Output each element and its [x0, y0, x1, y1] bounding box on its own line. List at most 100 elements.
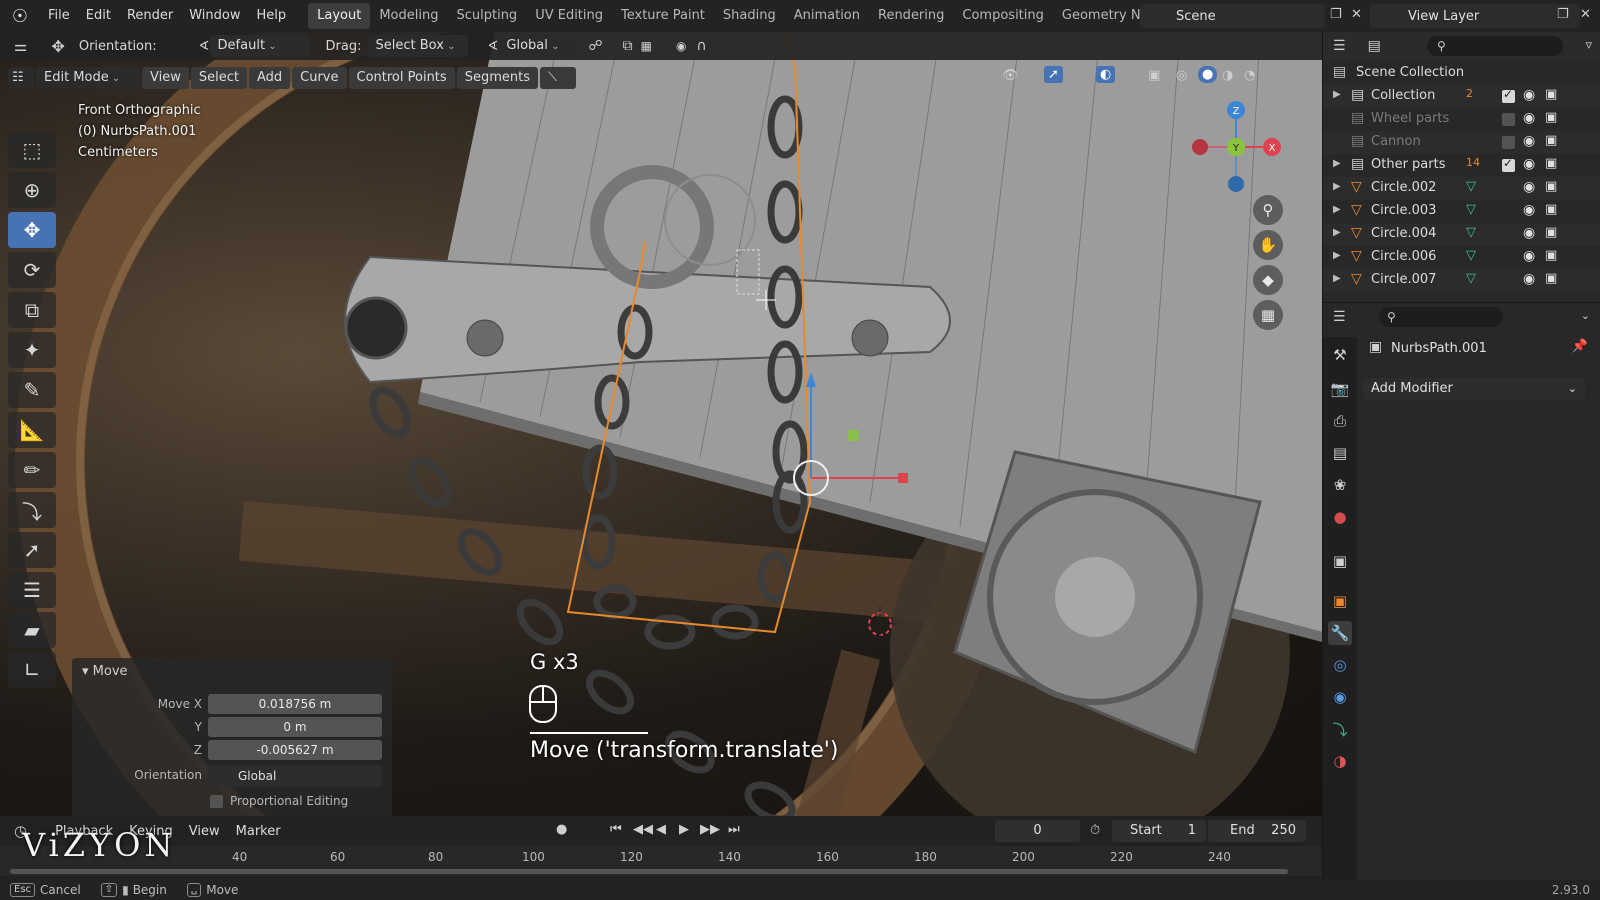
tab-texture-paint[interactable]: Texture Paint — [612, 3, 714, 29]
camera-icon[interactable]: ▣ — [1545, 248, 1557, 263]
play-reverse-icon[interactable]: ◀ — [656, 822, 666, 837]
prev-keyframe-icon[interactable]: ◀◀ — [633, 822, 653, 837]
display-mode-icon[interactable]: ▤ — [1368, 38, 1381, 54]
menu-curve[interactable]: Curve — [292, 67, 347, 89]
start-frame-field[interactable]: Start 1 — [1112, 820, 1206, 842]
menu-segments[interactable]: Segments — [456, 67, 538, 89]
outliner-row[interactable]: ▶ ▽ Circle.003 ▽ ◉ ▣ — [1323, 200, 1600, 223]
timeline-scrollbar[interactable] — [10, 869, 1288, 874]
menu-file[interactable]: File — [40, 0, 78, 32]
curve-data-icon[interactable]: ▽ — [1466, 225, 1476, 240]
jump-start-icon[interactable]: ⏮ — [610, 822, 622, 837]
snap-target-icon[interactable]: ▦ — [641, 39, 652, 53]
xray-icon[interactable]: ▣ — [1148, 68, 1160, 83]
snap-icon[interactable]: ⧉ — [623, 38, 633, 54]
menu-edit[interactable]: Edit — [78, 0, 119, 32]
tab-compositing[interactable]: Compositing — [953, 3, 1053, 29]
transform-tool-icon[interactable]: ✦ — [8, 332, 56, 368]
jump-end-icon[interactable]: ⏭ — [728, 822, 740, 837]
chevron-down-icon[interactable]: ⌄ — [1581, 309, 1590, 322]
tilt-tool-icon[interactable]: ☰ — [8, 572, 56, 608]
outliner-row[interactable]: ▤ Cannon ◉ ▣ — [1323, 131, 1600, 154]
expand-arrow-icon[interactable]: ▶ — [1333, 89, 1341, 100]
eye-icon[interactable]: ◉ — [1523, 110, 1535, 126]
menu-add[interactable]: Add — [248, 67, 291, 89]
solid-shading-icon[interactable]: ● — [1198, 66, 1218, 83]
eye-icon[interactable]: ◉ — [1523, 133, 1535, 149]
rendered-shading-icon[interactable]: ◔ — [1244, 68, 1255, 83]
eye-icon[interactable]: ◉ — [1523, 156, 1535, 172]
eye-icon[interactable]: ◉ — [1523, 271, 1535, 287]
outliner-row[interactable]: ▤ Wheel parts ◉ ▣ — [1323, 108, 1600, 131]
tab-layout[interactable]: Layout — [308, 3, 371, 29]
tool-tab-icon[interactable]: ⚒ — [1328, 343, 1352, 367]
move-tool-button-icon[interactable]: ✥ — [8, 212, 56, 248]
properties-editor-icon[interactable]: ☰ — [1333, 309, 1346, 325]
remove-scene-icon[interactable]: ✕ — [1351, 7, 1362, 22]
world-tab-icon[interactable]: ● — [1328, 505, 1352, 529]
physics-tab-icon[interactable]: ◉ — [1328, 685, 1352, 709]
transform-orientation-dropdown[interactable]: Global — [498, 35, 579, 57]
camera-view-icon[interactable]: ◆ — [1253, 265, 1283, 295]
eye-icon[interactable]: ◉ — [1523, 87, 1535, 103]
curve-type-icon[interactable]: ⟍ — [539, 67, 576, 89]
material-tab-icon[interactable]: ◑ — [1328, 749, 1352, 773]
curve-data-icon[interactable]: ▽ — [1466, 248, 1476, 263]
current-frame-field[interactable]: 0 — [995, 820, 1080, 842]
outliner-row[interactable]: ▶ ▤ Other parts 14 ◉ ▣ — [1323, 154, 1600, 177]
camera-icon[interactable]: ▣ — [1545, 202, 1557, 217]
overlay-toggle-icon[interactable]: ◐ — [1096, 66, 1116, 83]
tab-rendering[interactable]: Rendering — [869, 3, 953, 29]
pin-icon[interactable]: 📌 — [1572, 339, 1588, 354]
eye-icon[interactable]: ◉ — [1523, 202, 1535, 218]
eye-icon[interactable]: ◉ — [1523, 248, 1535, 264]
outliner-row[interactable]: ▶ ▽ Circle.004 ▽ ◉ ▣ — [1323, 223, 1600, 246]
operator-panel-header[interactable]: ▾ Move — [82, 664, 128, 679]
menu-window[interactable]: Window — [181, 0, 248, 32]
outliner-search-input[interactable]: ⚲ — [1427, 36, 1563, 56]
new-scene-icon[interactable]: ❐ — [1330, 7, 1342, 22]
outliner-editor-icon[interactable]: ☰ — [1333, 38, 1346, 54]
menu-view[interactable]: View — [142, 67, 189, 89]
menu-control-points[interactable]: Control Points — [348, 67, 455, 89]
scale-tool-icon[interactable]: ⧉ — [8, 292, 56, 328]
blender-logo-icon[interactable]: ☉ — [0, 0, 40, 32]
camera-icon[interactable]: ▣ — [1545, 225, 1557, 240]
rotate-tool-icon[interactable]: ⟳ — [8, 252, 56, 288]
zoom-icon[interactable]: ⚲ — [1253, 195, 1283, 225]
filter-icon[interactable]: ▿ — [1585, 38, 1592, 53]
curve-pen-tool-icon[interactable]: ⤵ — [8, 492, 56, 528]
view-layer-tab-icon[interactable]: ▤ — [1328, 441, 1352, 465]
pan-hand-icon[interactable]: ✋ — [1253, 230, 1283, 260]
proportional-edit-icon[interactable]: ◉ — [676, 39, 686, 53]
extrude-tool-icon[interactable]: ➚ — [8, 532, 56, 568]
move-x-field[interactable]: 0.018756 m — [208, 694, 382, 714]
particles-tab-icon[interactable]: ◎ — [1328, 653, 1352, 677]
add-modifier-dropdown[interactable]: Add Modifier ⌄ — [1363, 378, 1585, 400]
next-keyframe-icon[interactable]: ▶▶ — [700, 822, 720, 837]
exclude-checkbox[interactable] — [1502, 136, 1515, 149]
3d-viewport[interactable]: Z X Y ⚌ ✥ Orientation: ∢ Default Drag: S… — [0, 32, 1322, 816]
camera-icon[interactable]: ▣ — [1545, 156, 1557, 171]
tab-animation[interactable]: Animation — [785, 3, 869, 29]
menu-timeline-view[interactable]: View — [181, 824, 228, 839]
camera-icon[interactable]: ▣ — [1545, 87, 1557, 102]
move-z-field[interactable]: -0.005627 m — [208, 740, 382, 760]
tool-icon[interactable]: ⚌ — [14, 37, 27, 55]
draw-tool-icon[interactable]: ✏ — [8, 452, 56, 488]
curve-data-icon[interactable]: ▽ — [1466, 202, 1476, 217]
record-icon[interactable]: ● — [556, 822, 567, 837]
expand-arrow-icon[interactable]: ▶ — [1333, 273, 1341, 284]
expand-arrow-icon[interactable]: ▶ — [1333, 181, 1341, 192]
drag-dropdown[interactable]: Select Box — [367, 35, 468, 57]
outliner-row[interactable]: ▶ ▤ Collection 2 ◉ ▣ — [1323, 85, 1600, 108]
output-tab-icon[interactable]: ⎙ — [1328, 409, 1352, 433]
expand-arrow-icon[interactable]: ▶ — [1333, 227, 1341, 238]
orientation-select[interactable]: Global — [208, 765, 382, 787]
expand-arrow-icon[interactable]: ▶ — [1333, 204, 1341, 215]
data-tab-icon[interactable]: ⤵ — [1328, 717, 1352, 741]
expand-arrow-icon[interactable]: ▶ — [1333, 158, 1341, 169]
pivot-icon[interactable]: ☍ — [588, 38, 602, 54]
menu-marker[interactable]: Marker — [228, 824, 289, 839]
wireframe-shading-icon[interactable]: ◎ — [1176, 68, 1187, 83]
